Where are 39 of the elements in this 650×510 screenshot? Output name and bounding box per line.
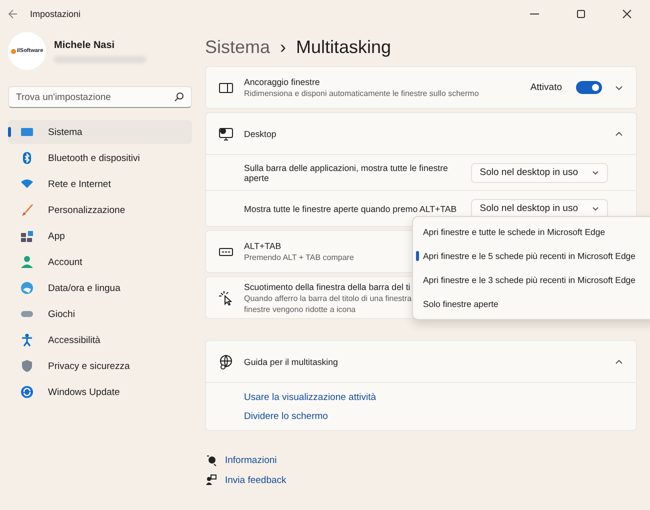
menu-item[interactable]: Apri finestre e le 3 schede più recenti in Microsoft Edge <box>413 268 650 292</box>
nav-item[interactable]: Privacy e sicurezza <box>8 354 192 378</box>
window-title: Impostazioni <box>30 9 81 19</box>
footer-link[interactable]: Invia feedback <box>225 474 286 486</box>
section-description: Premendo ALT + TAB compare <box>244 253 354 262</box>
breadcrumb-separator: › <box>280 36 286 58</box>
breadcrumb-link[interactable]: Sistema <box>205 36 270 58</box>
nav-item[interactable]: Sistema <box>8 120 192 144</box>
dropdown[interactable]: Solo nel desktop in uso <box>470 162 608 182</box>
search-field[interactable]: Trova un'impostazione <box>8 86 192 108</box>
nav-item[interactable]: Bluetooth e dispositivi <box>8 146 192 170</box>
footer-link[interactable]: Informazioni <box>225 454 277 466</box>
nav-item[interactable]: Giochi <box>8 302 192 326</box>
section-description: finestre vengono ridotte a icona <box>244 304 356 314</box>
nav-item[interactable]: Rete e Internet <box>8 172 192 196</box>
nav-item[interactable]: Account <box>8 250 192 274</box>
menu-item[interactable]: Apri finestre e tutte le schede in Microsoft Edge <box>413 220 650 244</box>
section-title: Desktop <box>244 128 276 138</box>
menu-item[interactable]: Apri finestre e le 5 schede più recenti in Microsoft Edge <box>413 244 650 268</box>
nav-item[interactable]: Accessibilità <box>8 328 192 352</box>
section-title: Ancoraggio finestre <box>244 77 320 87</box>
nav-item[interactable]: Data/ora e lingua <box>8 276 192 300</box>
help-link[interactable]: Usare la visualizzazione attività <box>244 392 598 403</box>
nav-item[interactable]: Windows Update <box>8 380 192 404</box>
nav-item[interactable]: App <box>8 224 192 248</box>
user-name: Michele Nasi <box>54 40 116 50</box>
page-title: Multitasking <box>296 36 392 58</box>
section-description: Ridimensiona e disponi automaticamente le finestre sullo schermo <box>244 89 479 98</box>
dropdown[interactable]: Solo nel desktop in uso <box>470 198 608 218</box>
section-title: Guida per il multitasking <box>244 356 338 366</box>
toggle-state: Attivato <box>530 82 562 93</box>
section-description: Quando afferro la barra del titolo di una finestra <box>244 294 412 302</box>
setting-label: Mostra tutte le finestre aperte quando premo ALT+TAB <box>244 204 457 214</box>
nav-item[interactable]: Personalizzazione <box>8 198 192 222</box>
section-title: Scuotimento della finestra della barra del ti <box>244 282 410 292</box>
help-link[interactable]: Dividere lo schermo <box>244 411 598 422</box>
section-title: ALT+TAB <box>244 241 282 251</box>
menu-item[interactable]: Solo finestre aperte <box>413 292 650 316</box>
setting-label: Sulla barra delle applicazioni, mostra tutte le finestre aperte <box>244 162 449 182</box>
